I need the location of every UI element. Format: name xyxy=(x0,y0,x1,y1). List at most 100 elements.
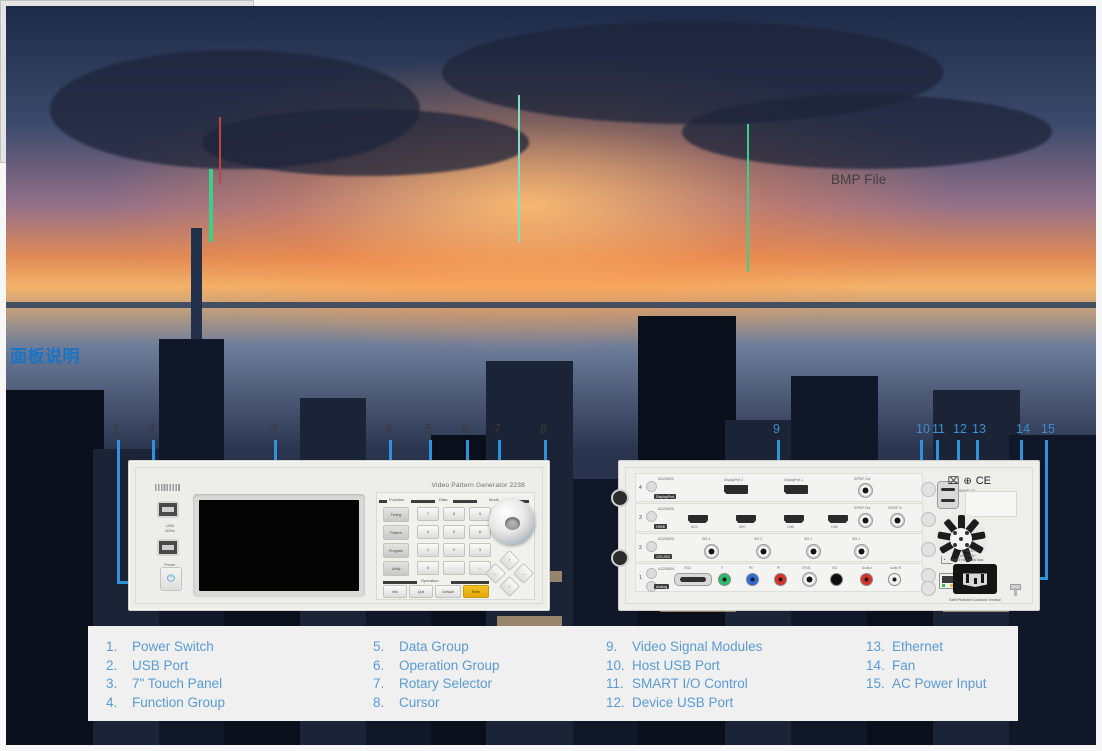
module-badge-displayport: DisplayPort xyxy=(654,494,677,499)
keypad-key-4[interactable]: 4 xyxy=(417,525,439,539)
function-key-utility[interactable]: Utility xyxy=(383,561,409,576)
port-vga[interactable] xyxy=(674,573,712,586)
callout-number-4: 4 xyxy=(385,422,392,436)
port-hdmi-link-1[interactable] xyxy=(828,515,848,523)
function-key-program[interactable]: Program xyxy=(383,543,409,558)
legend-column-3: 9. Video Signal Modules 10. Host USB Port … xyxy=(606,638,762,712)
callout-number-5: 5 xyxy=(425,422,432,436)
ground-terminal-label: Earth/Protective Conductor Terminal xyxy=(949,598,1001,602)
legend-number: 3. xyxy=(106,676,118,692)
port-audio-r[interactable] xyxy=(888,573,901,586)
port-sdi-4[interactable] xyxy=(704,544,719,559)
keypad-key-8[interactable]: 8 xyxy=(443,507,465,521)
legend-number: 11. xyxy=(606,676,624,692)
rotary-selector-knob[interactable] xyxy=(489,499,535,545)
port-sync[interactable] xyxy=(802,572,817,587)
legend-number: 10. xyxy=(606,657,625,673)
module-slot-2: 2 xyxy=(639,544,642,551)
port-label-audio-r: Audio R xyxy=(890,566,902,570)
module-slot-4: 4 xyxy=(639,484,642,491)
port-audio-l[interactable] xyxy=(860,573,873,586)
legend-item: 10. Host USB Port xyxy=(606,657,762,676)
port-displayport-2[interactable] xyxy=(724,485,748,494)
port-label-hdmi-link2: LINK xyxy=(787,525,795,529)
callout-number-1: 1 xyxy=(112,422,119,436)
legend-item: 12. Device USB Port xyxy=(606,694,762,713)
module-analog: 1 A223804 Analog VGA Y Pb Pr SYNC V/C Au… xyxy=(635,563,936,596)
keypad-key-6[interactable]: 6 xyxy=(469,525,491,539)
leader-line-1 xyxy=(117,440,120,584)
legend-item: 3. 7" Touch Panel xyxy=(106,675,225,694)
legend-number: 12. xyxy=(606,694,625,710)
usb-port-front-top[interactable] xyxy=(157,501,179,518)
function-key-timing[interactable]: Timing xyxy=(383,507,409,522)
callout-number-14: 14 xyxy=(1016,422,1030,436)
port-hdmi-arc[interactable] xyxy=(736,515,756,523)
keypad-key-1[interactable]: 1 xyxy=(417,543,439,557)
legend-item: 8. Cursor xyxy=(373,694,500,713)
legend-band: 1. Power Switch 2. USB Port 3. 7" Touch Pan… xyxy=(88,626,1018,721)
port-component-pb[interactable] xyxy=(746,573,759,586)
port-component-pr[interactable] xyxy=(774,573,787,586)
legend-item: 2. USB Port xyxy=(106,657,225,676)
operation-key-default[interactable]: Default xyxy=(435,585,461,598)
port-sdi-1[interactable] xyxy=(854,544,869,559)
legend-number: 9. xyxy=(606,639,618,654)
touch-panel-display[interactable] xyxy=(193,494,365,597)
legend-item: 7. Rotary Selector xyxy=(373,675,500,694)
port-label-dp1: DisplayPort 1 xyxy=(784,478,803,482)
keypad-key-9[interactable]: 9 xyxy=(469,507,491,521)
port-label-audio-l: Audio L xyxy=(862,566,873,570)
legend-label: Video Signal Modules xyxy=(632,639,763,654)
leader-line-15 xyxy=(1045,440,1048,580)
legend-label: Device USB Port xyxy=(632,694,734,710)
port-label-hdmi-aux: AUX xyxy=(691,525,698,529)
port-vc[interactable] xyxy=(830,573,843,586)
usb-port-front-bottom[interactable] xyxy=(157,539,179,556)
keypad-key-0[interactable]: 0 xyxy=(417,561,439,575)
ac-power-inlet[interactable] xyxy=(953,564,997,594)
callout-number-10: 10 xyxy=(916,422,930,436)
legend-column-4: 13. Ethernet 14. Fan 15. AC Power Input xyxy=(866,638,987,694)
keypad-key-7[interactable]: 7 xyxy=(417,507,439,521)
image-bmp-file xyxy=(0,0,1096,745)
operation-key-enter[interactable]: Enter xyxy=(463,585,489,598)
callout-number-2: 2 xyxy=(148,422,155,436)
port-displayport-1[interactable] xyxy=(784,485,808,494)
keypad-key-dot[interactable]: . xyxy=(443,561,465,575)
keypad-key-2[interactable]: 2 xyxy=(443,543,465,557)
legend-label: AC Power Input xyxy=(892,676,987,692)
legend-label: Operation Group xyxy=(399,657,500,673)
legend-column-1: 1. Power Switch 2. USB Port 3. 7" Touch Pan… xyxy=(106,638,225,712)
port-spdif-out[interactable] xyxy=(858,513,873,528)
group-label-data: Data xyxy=(439,497,448,502)
operation-key-quit[interactable]: Quit xyxy=(409,585,433,598)
port-label-sync: SYNC xyxy=(802,566,811,570)
port-spdif-in[interactable] xyxy=(890,513,905,528)
ac-rating-label: AC INLET 100~240V~ 50/60 Hz 120VA Max. xyxy=(951,549,985,562)
group-label-operation: Operation xyxy=(421,578,439,583)
compliance-marks: ⌧ ⊕ CE xyxy=(948,475,991,487)
port-sdi-2[interactable] xyxy=(806,544,821,559)
keypad-key-3[interactable]: 3 xyxy=(469,543,491,557)
operation-key-info[interactable]: Info xyxy=(383,585,407,598)
module-name-displayport: A223801 xyxy=(658,476,675,481)
keypad-key-5[interactable]: 5 xyxy=(443,525,465,539)
module-slot-1: 1 xyxy=(639,574,642,581)
module-displayport: 4 A223801 DisplayPort DisplayPort 2 Disp… xyxy=(635,473,936,502)
legend-label: Fan xyxy=(892,657,916,673)
port-hdmi-link-2[interactable] xyxy=(784,515,804,523)
port-spdif-out-dp[interactable] xyxy=(858,483,873,498)
front-panel-diagram: Video Pattern Generator 2238 USB 60Hz Po… xyxy=(128,460,550,611)
port-sdi-3[interactable] xyxy=(756,544,771,559)
rating-plate xyxy=(965,491,1017,517)
port-hdmi-aux[interactable] xyxy=(688,515,708,523)
function-key-pattern[interactable]: Pattern xyxy=(383,525,409,540)
power-switch-button[interactable]: ⏻ xyxy=(160,567,182,591)
legend-item: 13. Ethernet xyxy=(866,638,987,657)
port-label-dp2: DisplayPort 2 xyxy=(724,478,743,482)
legend-number: 7. xyxy=(373,676,385,692)
port-label-sdi3: SDI 3 xyxy=(754,537,762,541)
port-component-y[interactable] xyxy=(718,573,731,586)
callout-number-7: 7 xyxy=(494,422,501,436)
